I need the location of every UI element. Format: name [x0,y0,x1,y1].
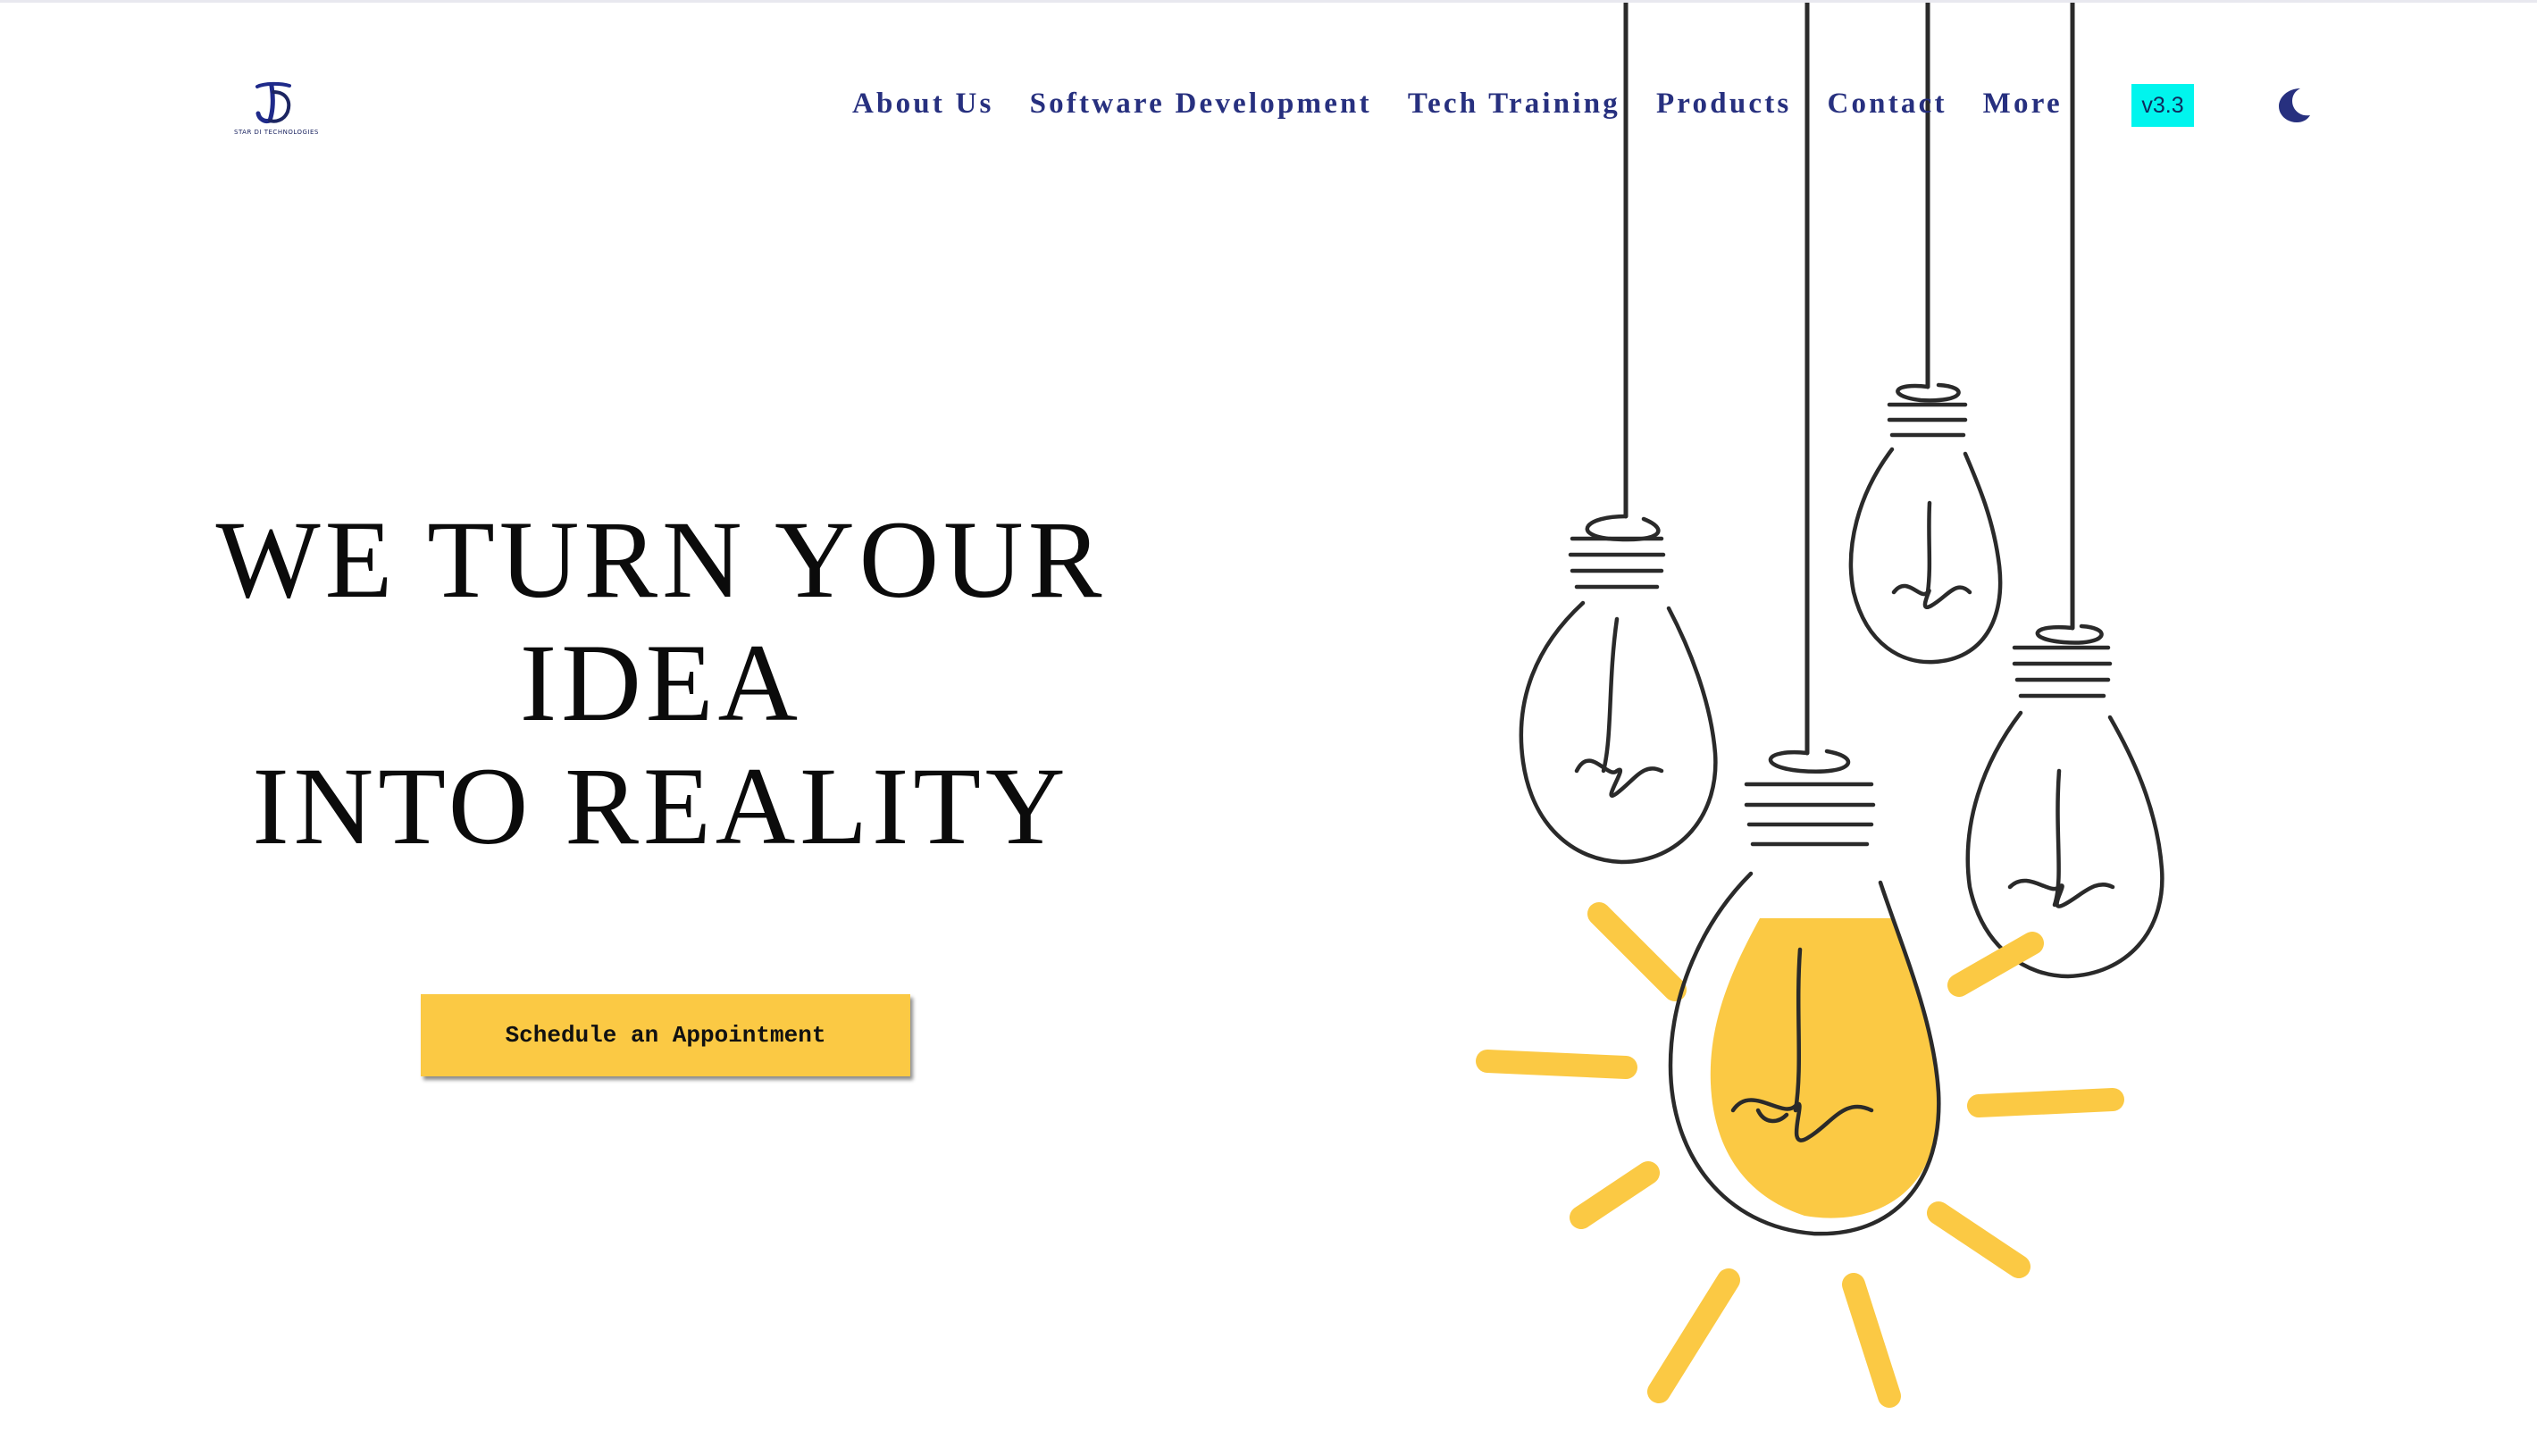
bulb-left [1519,514,1718,865]
bulb-top-right [1848,382,2003,665]
version-badge: v3.3 [2131,84,2194,127]
site-header: STAR DI TECHNOLOGIES About Us Software D… [0,3,2537,208]
nav-software-development[interactable]: Software Development [1030,83,1372,124]
schedule-appointment-button[interactable]: Schedule an Appointment [421,994,910,1076]
nav-tech-training[interactable]: Tech Training [1408,83,1620,124]
page: STAR DI TECHNOLOGIES About Us Software D… [0,0,2537,1456]
hero-line-3: INTO REALITY [252,745,1070,867]
bulb-main [1668,749,1941,1236]
logo-tagline: STAR DI TECHNOLOGIES [234,129,319,136]
hero-line-2: IDEA [519,622,803,744]
nav-more[interactable]: More [1983,83,2063,124]
light-bulbs-illustration [1476,3,2164,1408]
brand-logo[interactable]: STAR DI TECHNOLOGIES [234,81,319,144]
hero-line-1: WE TURN YOUR [215,498,1107,621]
hero-headline: WE TURN YOUR IDEA INTO REALITY [161,498,1161,868]
nav-products[interactable]: Products [1656,83,1792,124]
logo-monogram-icon [255,81,291,123]
nav-about-us[interactable]: About Us [852,83,994,124]
bulb-right [1965,623,2164,979]
main-nav: About Us Software Development Tech Train… [852,83,2098,124]
moon-icon[interactable] [2273,85,2313,124]
nav-contact[interactable]: Contact [1827,83,1947,124]
